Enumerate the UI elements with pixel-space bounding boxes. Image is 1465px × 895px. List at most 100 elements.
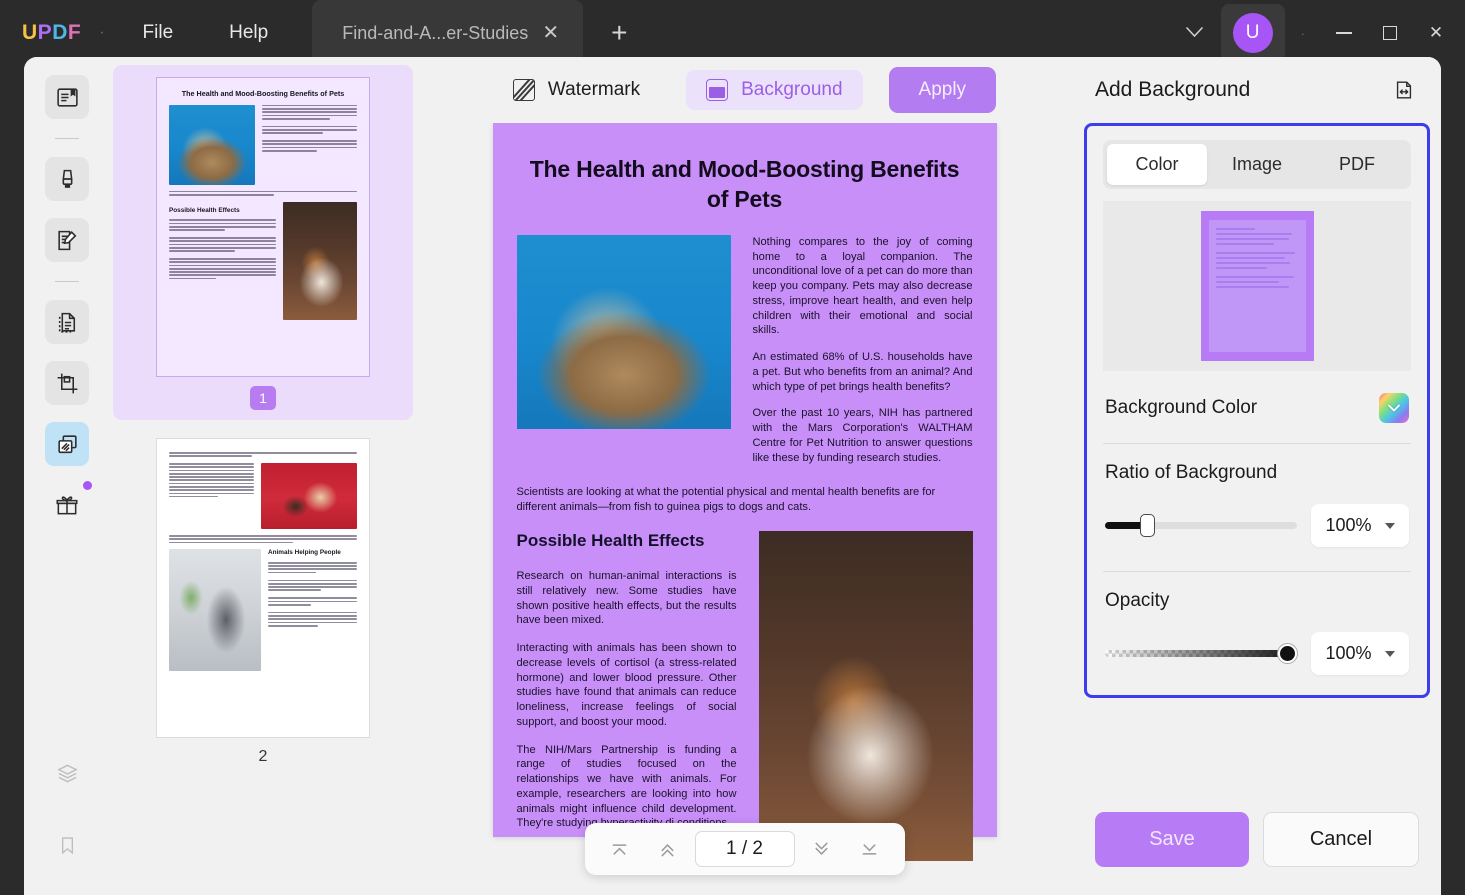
tab-color[interactable]: Color <box>1107 144 1207 185</box>
opacity-value-dropdown[interactable]: 100% <box>1311 632 1409 675</box>
rail-divider-2 <box>55 281 79 282</box>
new-tab-icon[interactable]: + <box>611 17 627 49</box>
thumbnail-page-1-preview: The Health and Mood-Boosting Benefits of… <box>156 77 370 377</box>
thumbnail-page-2[interactable]: Animals Helping People 2 <box>113 426 413 776</box>
sidebar-reader-icon[interactable] <box>45 75 89 119</box>
mini-p2-heading: Animals Helping People <box>268 549 357 556</box>
background-color-row: Background Color <box>1103 371 1411 443</box>
mini-p2-lines2: Animals Helping People <box>268 549 357 671</box>
sidebar-watermark-background-icon[interactable] <box>45 422 89 466</box>
panel-title: Add Background <box>1095 78 1250 102</box>
mini-page-2: Animals Helping People <box>157 439 369 737</box>
bookmark-icon[interactable] <box>45 823 89 867</box>
mini-photo-dogcat <box>283 202 357 320</box>
mini-p2-lines1 <box>169 463 254 529</box>
mini-photo-cat <box>169 105 255 185</box>
background-settings-group: Color Image PDF <box>1084 123 1430 698</box>
account-button[interactable]: U <box>1221 4 1285 62</box>
sidebar-annotate-icon[interactable] <box>45 157 89 201</box>
previous-page-button[interactable] <box>647 832 689 866</box>
opacity-label: Opacity <box>1105 590 1409 612</box>
document-wide-note: Scientists are looking at what the poten… <box>517 485 973 515</box>
chevron-down-icon <box>1385 651 1395 657</box>
background-preview <box>1103 201 1411 371</box>
ratio-slider[interactable] <box>1105 516 1297 536</box>
logo-letter-u: U <box>22 21 38 44</box>
updf-window: UPDF · File Help Find-and-A...er-Studies… <box>0 0 1465 895</box>
logo-letter-f: F <box>68 21 81 44</box>
opacity-value: 100% <box>1325 643 1371 664</box>
page-navigation: 1 / 2 <box>585 823 905 875</box>
opacity-slider-track <box>1105 650 1297 657</box>
sidebar-edit-pdf-icon[interactable] <box>45 218 89 262</box>
document-paragraph-2: An estimated 68% of U.S. households have… <box>753 350 973 394</box>
layers-icon[interactable] <box>45 751 89 795</box>
tool-rail <box>24 57 110 895</box>
document-paragraph-4: Research on human-animal interactions is… <box>517 569 737 628</box>
tab-pdf[interactable]: PDF <box>1307 144 1407 185</box>
first-page-button[interactable] <box>599 832 641 866</box>
next-page-button[interactable] <box>801 832 843 866</box>
document-photo-cat <box>517 235 731 429</box>
workspace: The Health and Mood-Boosting Benefits of… <box>24 57 1441 895</box>
document-viewer: Watermark Background Apply The Health an… <box>416 57 1073 895</box>
window-controls: U · ✕ <box>1168 4 1465 62</box>
sidebar-gift-icon[interactable] <box>45 483 89 527</box>
page-canvas-area[interactable]: The Health and Mood-Boosting Benefits of… <box>416 123 1073 895</box>
document-bottom-text: Possible Health Effects Research on huma… <box>517 531 737 861</box>
fit-width-icon[interactable] <box>1387 73 1421 107</box>
gift-badge-dot <box>83 481 92 490</box>
tab-watermark[interactable]: Watermark <box>493 70 660 110</box>
opacity-row: 100% <box>1105 632 1409 675</box>
ratio-row: 100% <box>1105 504 1409 547</box>
sidebar-crop-icon[interactable] <box>45 361 89 405</box>
preview-page-inner <box>1209 220 1306 352</box>
thumbnail-page-1-badge: 1 <box>250 386 276 410</box>
tab-image[interactable]: Image <box>1207 144 1307 185</box>
viewer-toolbar: Watermark Background Apply <box>416 57 1073 123</box>
overflow-dot-icon: · <box>1285 26 1321 41</box>
thumbnail-page-1[interactable]: The Health and Mood-Boosting Benefits of… <box>113 65 413 420</box>
ratio-label: Ratio of Background <box>1105 462 1409 484</box>
logo-letter-d: D <box>52 21 68 44</box>
document-bottom-row: Possible Health Effects Research on huma… <box>517 531 973 861</box>
sidebar-organize-pages-icon[interactable] <box>45 300 89 344</box>
menu-file[interactable]: File <box>121 16 196 50</box>
watermark-icon <box>513 79 535 101</box>
ratio-slider-thumb[interactable] <box>1140 514 1155 537</box>
page-indicator[interactable]: 1 / 2 <box>695 831 795 867</box>
mini-lower-text: Possible Health Effects <box>169 202 276 320</box>
mini-page-1: The Health and Mood-Boosting Benefits of… <box>157 78 369 376</box>
close-button[interactable]: ✕ <box>1413 10 1459 56</box>
thumbnail-page-2-number: 2 <box>259 748 268 766</box>
document-top-text: Nothing compares to the joy of coming ho… <box>753 235 973 466</box>
menu-help[interactable]: Help <box>207 16 290 50</box>
ratio-control: Ratio of Background 100% <box>1103 444 1411 551</box>
cancel-button[interactable]: Cancel <box>1263 812 1419 867</box>
mini-p2-mid <box>169 535 357 543</box>
opacity-slider[interactable] <box>1105 644 1297 664</box>
opacity-slider-thumb[interactable] <box>1278 644 1297 663</box>
tab-background[interactable]: Background <box>686 70 862 110</box>
document-paragraph-3: Over the past 10 years, NIH has partnere… <box>753 406 973 465</box>
chevron-down-icon <box>1385 523 1395 529</box>
last-page-button[interactable] <box>849 832 891 866</box>
mini-wide-note <box>169 191 357 196</box>
document-photo-dog-cat <box>759 531 973 861</box>
thumbnail-panel[interactable]: The Health and Mood-Boosting Benefits of… <box>110 57 416 895</box>
chevron-down-icon[interactable] <box>1168 13 1221 53</box>
mini-p2-row1 <box>169 463 357 529</box>
ratio-value-dropdown[interactable]: 100% <box>1311 504 1409 547</box>
panel-footer: Save Cancel <box>1073 812 1441 895</box>
close-tab-icon[interactable]: ✕ <box>542 23 559 43</box>
close-icon: ✕ <box>1429 23 1443 43</box>
document-page-1[interactable]: The Health and Mood-Boosting Benefits of… <box>493 123 997 837</box>
apply-button[interactable]: Apply <box>889 67 997 113</box>
logo-letter-p: P <box>38 21 53 44</box>
color-picker-button[interactable] <box>1379 393 1409 423</box>
mini-text-lines <box>262 105 357 185</box>
document-paragraph-6: The NIH/Mars Partnership is funding a ra… <box>517 743 737 832</box>
save-button[interactable]: Save <box>1095 812 1249 867</box>
maximize-button[interactable] <box>1367 10 1413 56</box>
minimize-button[interactable] <box>1321 10 1367 56</box>
